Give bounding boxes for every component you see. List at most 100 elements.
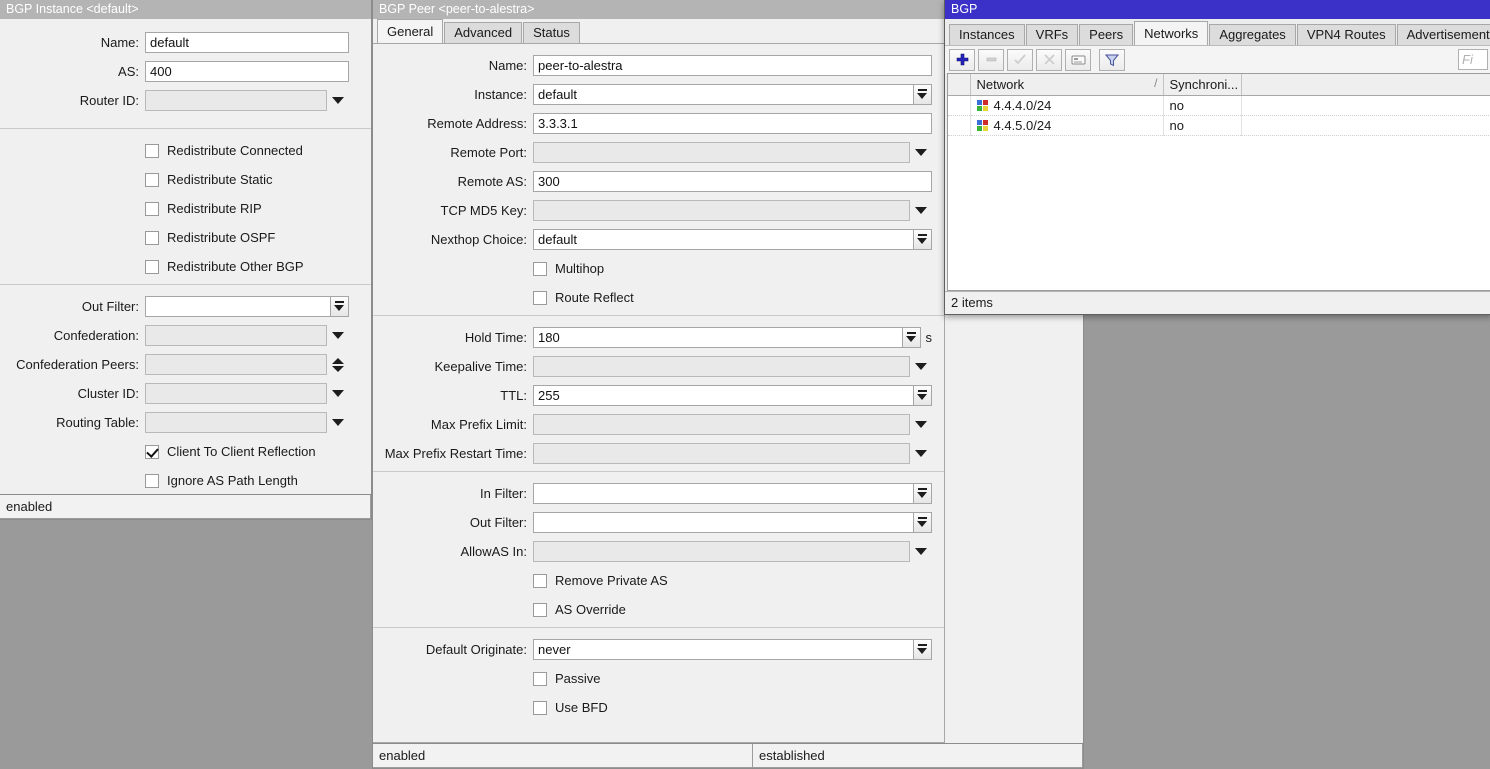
combo-button-default-originate[interactable] — [913, 639, 932, 660]
column-header-synchronize[interactable]: Synchroni... — [1163, 74, 1241, 95]
input-remote-as[interactable]: 300 — [533, 171, 932, 192]
tab-vrfs[interactable]: VRFs — [1026, 24, 1079, 45]
chevron-down-icon-cluster-id[interactable] — [327, 383, 349, 404]
checkbox-redistribute-connected[interactable] — [145, 144, 159, 158]
tab-aggregates[interactable]: Aggregates — [1209, 24, 1296, 45]
tab-networks[interactable]: Networks — [1134, 21, 1208, 45]
combo-button-in-filter[interactable] — [913, 483, 932, 504]
checkbox-row-route-reflect[interactable]: Route Reflect — [533, 286, 944, 309]
checkbox-row-multihop[interactable]: Multihop — [533, 257, 944, 280]
input-peer-name[interactable]: peer-to-alestra — [533, 55, 932, 76]
input-confederation[interactable] — [145, 325, 327, 346]
input-name[interactable]: default — [145, 32, 349, 53]
input-peer-instance[interactable]: default — [533, 84, 914, 105]
column-header-network[interactable]: Network / — [970, 74, 1163, 95]
checkbox-route-reflect[interactable] — [533, 291, 547, 305]
input-tcp-md5-key[interactable] — [533, 200, 910, 221]
chevron-down-icon-router-id[interactable] — [327, 90, 349, 111]
chevron-down-icon-routing-table[interactable] — [327, 412, 349, 433]
checkbox-passive[interactable] — [533, 672, 547, 686]
input-keepalive-time[interactable] — [533, 356, 910, 377]
input-hold-time[interactable]: 180 — [533, 327, 903, 348]
tab-advertisements[interactable]: Advertisements — [1397, 24, 1490, 45]
chevron-down-icon-confederation[interactable] — [327, 325, 349, 346]
input-routing-table[interactable] — [145, 412, 327, 433]
spinner-icon-confederation-peers[interactable] — [327, 354, 349, 375]
input-out-filter[interactable] — [145, 296, 331, 317]
table-row[interactable]: 4.4.5.0/24 no — [948, 115, 1490, 135]
bgp-instance-titlebar[interactable]: BGP Instance <default> — [0, 0, 371, 19]
find-input[interactable]: Fi — [1458, 49, 1488, 70]
checkbox-client-to-client-reflection[interactable] — [145, 445, 159, 459]
checkbox-row-ignore-as-path-length[interactable]: Ignore AS Path Length — [145, 469, 371, 492]
checkbox-multihop[interactable] — [533, 262, 547, 276]
checkbox-row-redistribute-connected[interactable]: Redistribute Connected — [145, 139, 371, 162]
remove-button[interactable] — [978, 49, 1004, 71]
combo-button-ttl[interactable] — [913, 385, 932, 406]
input-cluster-id[interactable] — [145, 383, 327, 404]
add-button[interactable] — [949, 49, 975, 71]
input-remote-address[interactable]: 3.3.3.1 — [533, 113, 932, 134]
disable-button[interactable] — [1036, 49, 1062, 71]
combo-button-peer-instance[interactable] — [913, 84, 932, 105]
checkbox-as-override[interactable] — [533, 603, 547, 617]
field-row-confederation: Confederation: — [0, 324, 349, 347]
row-flag-column-header[interactable] — [948, 74, 970, 95]
chevron-down-icon-tcp-md5-key[interactable] — [910, 200, 932, 221]
tab-vpn4-routes[interactable]: VPN4 Routes — [1297, 24, 1396, 45]
checkbox-row-use-bfd[interactable]: Use BFD — [533, 696, 944, 719]
checkbox-row-passive[interactable]: Passive — [533, 667, 944, 690]
input-router-id[interactable] — [145, 90, 327, 111]
checkbox-redistribute-static[interactable] — [145, 173, 159, 187]
input-in-filter[interactable] — [533, 483, 914, 504]
tab-advanced[interactable]: Advanced — [444, 22, 522, 43]
checkbox-remove-private-as[interactable] — [533, 574, 547, 588]
checkbox-row-redistribute-rip[interactable]: Redistribute RIP — [145, 197, 371, 220]
input-max-prefix-restart-time[interactable] — [533, 443, 910, 464]
tab-status[interactable]: Status — [523, 22, 580, 43]
minus-icon — [985, 53, 998, 66]
tab-peers-label: Peers — [1089, 27, 1123, 42]
checkbox-row-redistribute-other-bgp[interactable]: Redistribute Other BGP — [145, 255, 371, 278]
filter-button[interactable] — [1099, 49, 1125, 71]
combo-button-nexthop-choice[interactable] — [913, 229, 932, 250]
combo-button-peer-out-filter[interactable] — [913, 512, 932, 533]
input-as[interactable]: 400 — [145, 61, 349, 82]
chevron-down-icon-max-prefix-limit[interactable] — [910, 414, 932, 435]
checkbox-use-bfd[interactable] — [533, 701, 547, 715]
enable-button[interactable] — [1007, 49, 1033, 71]
input-confederation-peers[interactable] — [145, 354, 327, 375]
chevron-down-icon-keepalive-time[interactable] — [910, 356, 932, 377]
checkbox-redistribute-ospf[interactable] — [145, 231, 159, 245]
cell-synchronize: no — [1163, 115, 1241, 135]
input-remote-port[interactable] — [533, 142, 910, 163]
table-row[interactable]: 4.4.4.0/24 no — [948, 95, 1490, 115]
bgp-list-titlebar[interactable]: BGP — [945, 0, 1490, 19]
checkbox-row-client-to-client-reflection[interactable]: Client To Client Reflection — [145, 440, 371, 463]
comment-button[interactable] — [1065, 49, 1091, 71]
input-nexthop-choice[interactable]: default — [533, 229, 914, 250]
input-peer-out-filter[interactable] — [533, 512, 914, 533]
input-ttl[interactable]: 255 — [533, 385, 914, 406]
chevron-down-icon-allowas-in[interactable] — [910, 541, 932, 562]
combo-button-out-filter[interactable] — [330, 296, 349, 317]
redistribute-group: Redistribute Connected Redistribute Stat… — [0, 139, 371, 278]
input-max-prefix-limit[interactable] — [533, 414, 910, 435]
networks-table-container[interactable]: Network / Synchroni... — [947, 73, 1490, 291]
tab-peers[interactable]: Peers — [1079, 24, 1133, 45]
tab-general[interactable]: General — [377, 19, 443, 43]
checkbox-row-as-override[interactable]: AS Override — [533, 598, 944, 621]
chevron-down-icon-max-prefix-restart-time[interactable] — [910, 443, 932, 464]
checkbox-redistribute-other-bgp[interactable] — [145, 260, 159, 274]
checkbox-row-redistribute-static[interactable]: Redistribute Static — [145, 168, 371, 191]
tab-instances[interactable]: Instances — [949, 24, 1025, 45]
checkbox-row-redistribute-ospf[interactable]: Redistribute OSPF — [145, 226, 371, 249]
combo-button-hold-time[interactable] — [902, 327, 921, 348]
input-allowas-in[interactable] — [533, 541, 910, 562]
checkbox-redistribute-rip[interactable] — [145, 202, 159, 216]
input-default-originate[interactable]: never — [533, 639, 914, 660]
column-header-blank[interactable] — [1241, 74, 1490, 95]
checkbox-row-remove-private-as[interactable]: Remove Private AS — [533, 569, 944, 592]
checkbox-ignore-as-path-length[interactable] — [145, 474, 159, 488]
chevron-down-icon-remote-port[interactable] — [910, 142, 932, 163]
